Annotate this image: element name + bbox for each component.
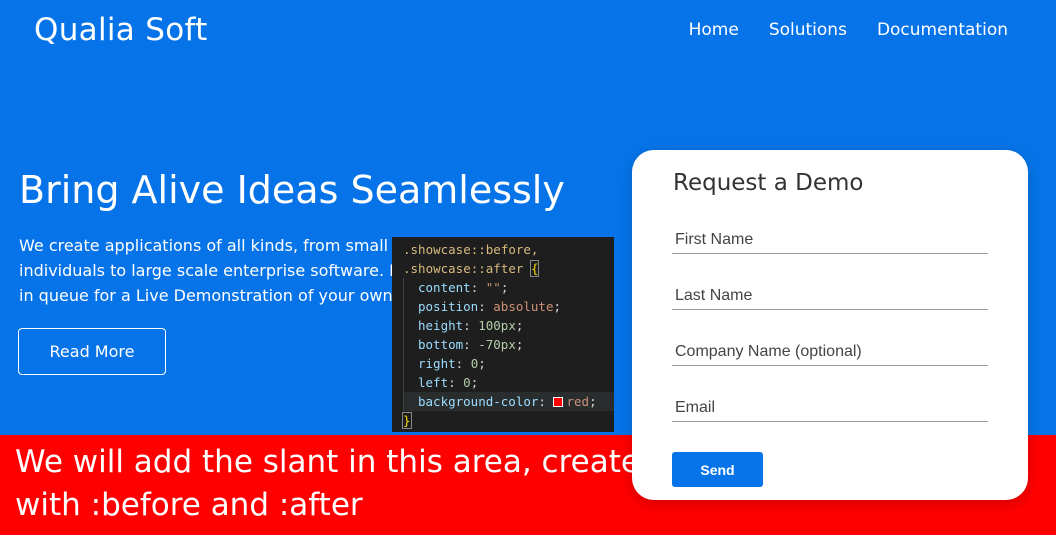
read-more-button[interactable]: Read More <box>18 328 166 375</box>
nav-solutions[interactable]: Solutions <box>769 20 847 40</box>
code-prop-value: red <box>566 394 590 409</box>
page: Qualia Soft Home Solutions Documentation… <box>0 0 1056 560</box>
hero-lead-line-1: We create applications of all kinds, fro… <box>19 236 402 255</box>
code-prop-value: "" <box>485 280 501 295</box>
main-nav: Home Solutions Documentation <box>689 20 1008 40</box>
send-button[interactable]: Send <box>672 452 763 487</box>
band-caption-line-2: with :before and :after <box>15 487 363 523</box>
company-name-field[interactable] <box>672 338 988 366</box>
code-selector-line-1: .showcase::before, <box>403 242 539 257</box>
hero-lead-line-3: in queue for a Live Demonstration of you… <box>19 286 403 305</box>
code-prop-name: left <box>418 375 449 390</box>
brand-logo[interactable]: Qualia Soft <box>34 12 208 48</box>
code-open-brace: { <box>530 260 540 277</box>
first-name-field[interactable] <box>672 226 988 254</box>
last-name-field[interactable] <box>672 282 988 310</box>
code-prop-value: 100px <box>478 318 516 333</box>
code-prop-name: background-color <box>418 394 539 409</box>
hero-lead-line-2: individuals to large scale enterprise so… <box>19 261 407 280</box>
code-prop-name: content <box>418 280 471 295</box>
code-prop-name: height <box>418 318 464 333</box>
band-caption-line-1: We will add the slant in this area, crea… <box>15 444 660 480</box>
demo-request-form: Request a Demo Send <box>632 150 1028 500</box>
code-prop-name: position <box>418 299 479 314</box>
hero-headline: Bring Alive Ideas Seamlessly <box>19 168 565 212</box>
code-prop-value: absolute <box>493 299 554 314</box>
code-prop-name: right <box>418 356 456 371</box>
code-prop-value: 0 <box>463 375 471 390</box>
code-selector-line-2: .showcase::after <box>403 261 524 276</box>
band-caption: We will add the slant in this area, crea… <box>15 441 660 527</box>
code-snippet: .showcase::before, .showcase::after { co… <box>392 237 614 432</box>
email-field[interactable] <box>672 394 988 422</box>
code-prop-value: -70px <box>478 337 516 352</box>
code-close-brace: } <box>402 412 412 429</box>
form-title: Request a Demo <box>673 170 864 196</box>
code-prop-name: bottom <box>418 337 464 352</box>
nav-documentation[interactable]: Documentation <box>877 20 1008 40</box>
code-prop-value: 0 <box>470 356 479 371</box>
color-swatch-icon <box>553 397 564 407</box>
nav-home[interactable]: Home <box>689 20 739 40</box>
